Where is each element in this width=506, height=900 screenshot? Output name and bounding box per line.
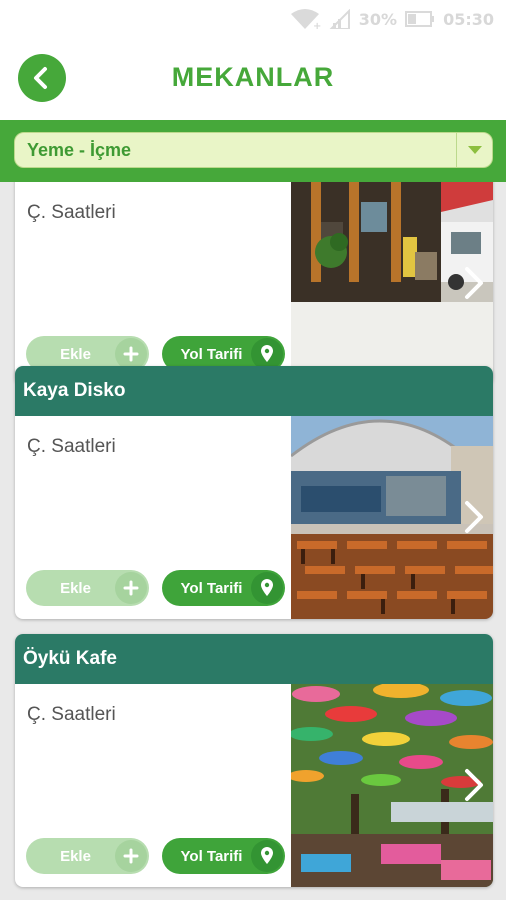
app-header: MEKANLAR — [0, 38, 506, 120]
signal-icon — [329, 9, 350, 29]
plus-icon — [123, 346, 139, 362]
map-pin-icon — [261, 579, 273, 596]
status-bar: + 30% 05:30 — [0, 0, 506, 38]
directions-button[interactable]: Yol Tarifi — [162, 570, 285, 606]
opening-hours-label: Ç. Saatleri — [27, 704, 116, 725]
page-title: MEKANLAR — [171, 62, 335, 92]
chevron-right-icon[interactable] — [463, 266, 485, 300]
opening-hours-label: Ç. Saatleri — [27, 436, 116, 457]
add-button[interactable]: Ekle — [26, 570, 149, 606]
chevron-right-icon[interactable] — [463, 500, 485, 534]
plus-icon — [123, 848, 139, 864]
place-name: Öykü Kafe — [15, 634, 493, 684]
map-pin-icon — [261, 847, 273, 864]
place-card[interactable]: Öykü Kafe Ç. Saatleri Ekle Yol Tarifi — [15, 634, 493, 887]
directions-button[interactable]: Yol Tarifi — [162, 838, 285, 874]
filter-bar: Yeme - İçme — [0, 120, 506, 182]
battery-icon — [405, 11, 435, 27]
opening-hours-label: Ç. Saatleri — [27, 202, 116, 223]
chevron-right-icon[interactable] — [463, 768, 485, 802]
place-card[interactable]: Kaya Disko Ç. Saatleri Ekle Yol Tarifi — [15, 366, 493, 619]
dropdown-arrow-button[interactable] — [456, 133, 492, 167]
add-button[interactable]: Ekle — [26, 838, 149, 874]
plus-icon — [123, 580, 139, 596]
category-select-value: Yeme - İçme — [27, 139, 132, 160]
map-pin-icon — [261, 345, 273, 362]
battery-percent: 30% — [358, 9, 398, 29]
svg-text:+: + — [313, 21, 321, 30]
wifi-icon: + — [290, 9, 321, 30]
triangle-down-icon — [467, 146, 482, 154]
category-select[interactable]: Yeme - İçme — [14, 132, 493, 168]
places-list[interactable]: Ç. Saatleri Ekle Yol Tarifi Kaya Disko Ç… — [0, 182, 506, 900]
place-card[interactable]: Ç. Saatleri Ekle Yol Tarifi — [15, 182, 493, 385]
clock: 05:30 — [443, 9, 494, 29]
place-name: Kaya Disko — [15, 366, 493, 416]
